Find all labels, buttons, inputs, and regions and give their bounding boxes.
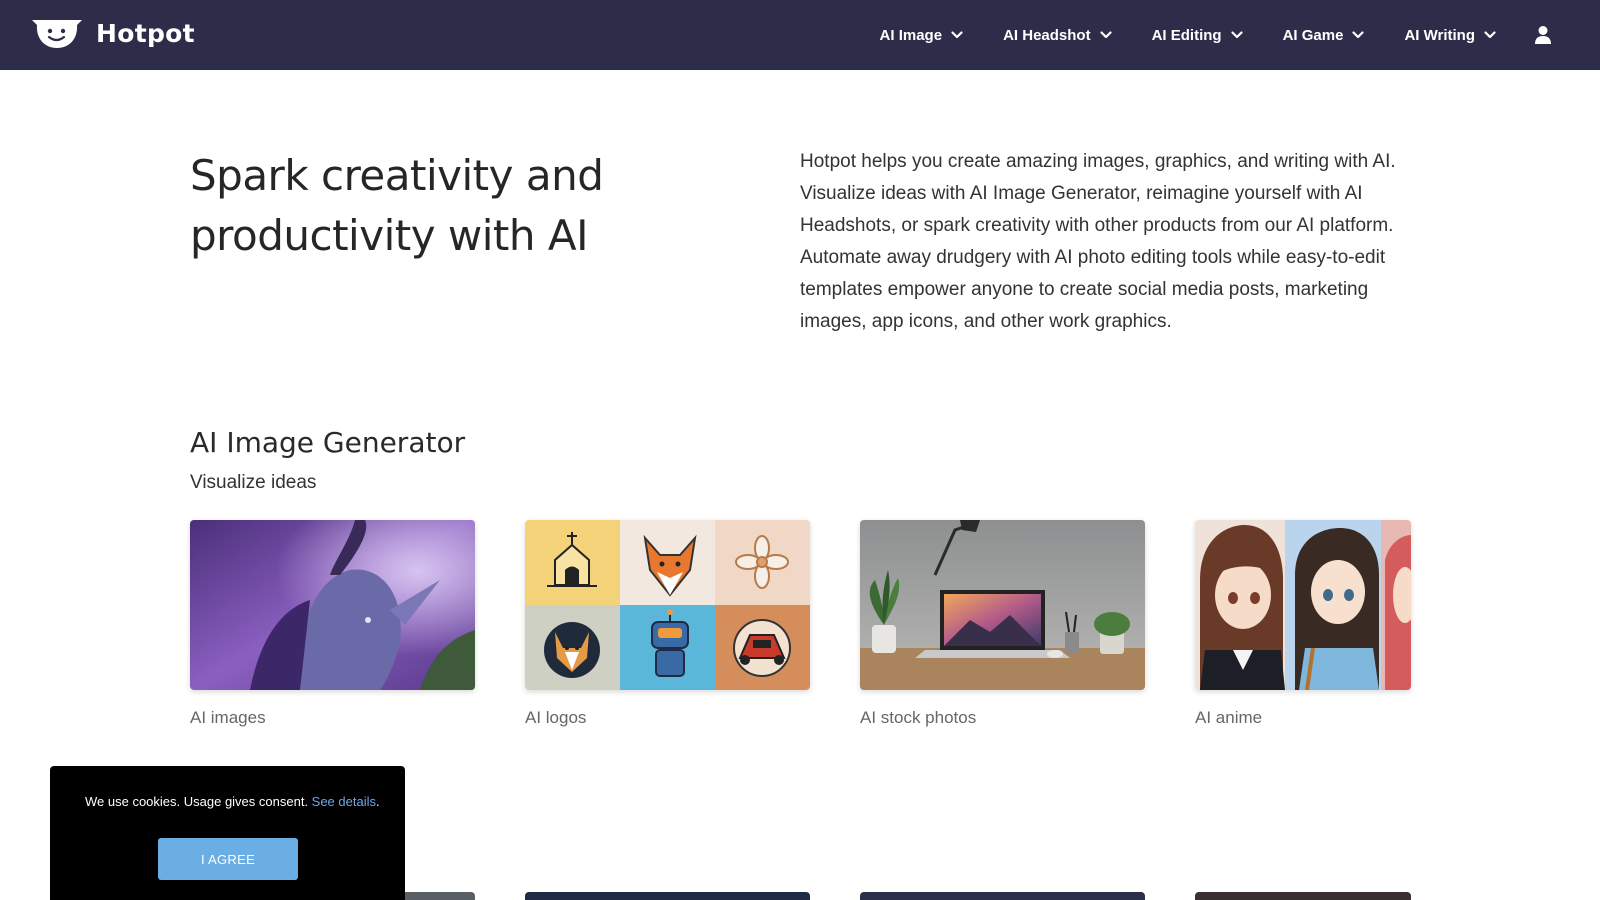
main-nav: AI Image AI Headshot AI Editing AI Game …	[840, 0, 1552, 70]
user-account-icon[interactable]	[1534, 25, 1552, 45]
nav-ai-editing[interactable]: AI Editing	[1152, 27, 1243, 44]
hero-title: Spark creativity and productivity with A…	[190, 151, 604, 260]
card-ai-stock-photos[interactable]: AI stock photos	[860, 520, 1145, 728]
nav-ai-image[interactable]: AI Image	[880, 27, 964, 44]
chevron-down-icon	[1230, 31, 1243, 39]
card-ai-images[interactable]: AI images	[190, 520, 475, 728]
section-subtitle: Visualize ideas	[190, 472, 317, 493]
cookie-period: .	[375, 794, 380, 809]
top-navbar: Hotpot AI Image AI Headshot AI Editing A…	[0, 0, 1600, 70]
nav-label: AI Game	[1282, 26, 1344, 44]
cookie-message: We use cookies. Usage gives consent. See…	[85, 794, 380, 809]
chevron-down-icon	[1352, 31, 1365, 39]
nav-label: AI Writing	[1404, 26, 1475, 44]
fantasy-elf-image	[190, 520, 475, 690]
hotpot-logo-icon	[32, 20, 82, 48]
chevron-down-icon	[1484, 31, 1496, 39]
see-details-link[interactable]: See details	[312, 794, 376, 809]
card-caption: AI images	[190, 708, 266, 727]
logo-grid-image	[525, 520, 810, 690]
chevron-down-icon	[1099, 31, 1112, 39]
hero-description: Hotpot helps you create amazing images, …	[800, 151, 1396, 332]
card-caption: AI logos	[525, 708, 587, 727]
card-caption: AI anime	[1195, 708, 1263, 727]
chevron-down-icon	[951, 31, 963, 39]
nav-ai-headshot[interactable]: AI Headshot	[1003, 27, 1112, 44]
card-caption: AI stock photos	[860, 708, 977, 727]
nav-label: AI Headshot	[1003, 26, 1091, 44]
nav-label: AI Image	[879, 26, 943, 44]
cookie-text: We use cookies. Usage gives consent.	[85, 794, 312, 809]
section-title: AI Image Generator	[190, 426, 466, 459]
nav-label: AI Editing	[1151, 26, 1222, 44]
card-row2-4[interactable]	[1195, 892, 1411, 900]
card-row2-3[interactable]	[860, 892, 1145, 900]
card-ai-anime[interactable]: AI anime	[1195, 520, 1480, 728]
desk-laptop-image	[860, 520, 1145, 690]
ai-anime-thumbnail	[1195, 520, 1411, 690]
ai-logos-thumbnail	[525, 520, 810, 690]
agree-button[interactable]: I AGREE	[158, 838, 298, 880]
card-ai-logos[interactable]: AI logos	[525, 520, 810, 728]
anime-characters-image	[1195, 520, 1411, 690]
nav-ai-game[interactable]: AI Game	[1283, 27, 1365, 44]
cookie-banner: We use cookies. Usage gives consent. See…	[50, 766, 405, 900]
nav-ai-writing[interactable]: AI Writing	[1404, 27, 1496, 44]
ai-images-thumbnail	[190, 520, 475, 690]
logo[interactable]: Hotpot	[30, 16, 195, 50]
card-row2-2[interactable]	[525, 892, 810, 900]
brand-name: Hotpot	[96, 18, 195, 48]
ai-stock-photos-thumbnail	[860, 520, 1145, 690]
